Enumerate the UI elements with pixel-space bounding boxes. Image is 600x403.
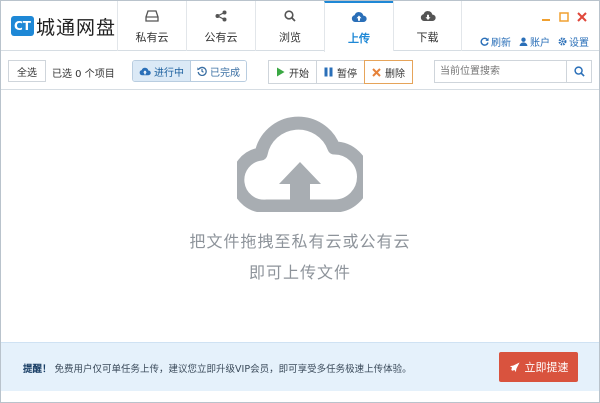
minimize-button[interactable] (540, 11, 551, 22)
toolbar: 全选 已选 0 个项目 进行中 已完成 开始 暂停 删除 (1, 52, 599, 90)
upgrade-banner: 提醒！ 免费用户仅可单任务上传，建议您立即升级VIP会员，即可享受多任务极速上传… (1, 342, 599, 391)
maximize-button[interactable] (558, 11, 569, 22)
banner-message: 提醒！ 免费用户仅可单任务上传，建议您立即升级VIP会员，即可享受多任务极速上传… (23, 361, 412, 375)
cloud-upload-icon (139, 67, 151, 75)
search-icon (573, 66, 585, 77)
app-logo: CT 城通网盘 (11, 13, 116, 39)
task-operations: 开始 暂停 删除 (268, 60, 413, 84)
cloud-download-icon (420, 8, 436, 24)
cloud-upload-icon (237, 116, 363, 212)
pause-button[interactable]: 暂停 (316, 61, 364, 83)
drive-icon (145, 8, 159, 24)
tab-download[interactable]: 下载 (393, 1, 462, 51)
tab-label: 浏览 (279, 30, 301, 44)
filter-completed[interactable]: 已完成 (190, 61, 246, 81)
top-links: 刷新 账户 设置 (480, 34, 589, 49)
gear-icon (558, 37, 567, 46)
cloud-upload-icon (351, 9, 367, 25)
tab-private-cloud[interactable]: 私有云 (117, 1, 186, 51)
tab-public-cloud[interactable]: 公有云 (186, 1, 255, 51)
play-icon (277, 67, 285, 77)
banner-text: 免费用户仅可单任务上传，建议您立即升级VIP会员，即可享受多任务极速上传体验。 (54, 364, 412, 375)
tab-label: 上传 (348, 32, 370, 45)
filter-in-progress[interactable]: 进行中 (133, 61, 190, 81)
banner-prefix: 提醒！ (23, 364, 52, 375)
empty-hint-line1: 把文件拖拽至私有云或公有云 (189, 232, 411, 251)
search-icon (284, 8, 296, 24)
account-link[interactable]: 账户 (519, 34, 550, 49)
select-all-button[interactable]: 全选 (8, 60, 46, 82)
tab-label: 公有云 (204, 30, 238, 44)
share-icon (215, 8, 227, 24)
pause-icon (324, 67, 333, 77)
refresh-icon (480, 37, 489, 46)
tab-browse[interactable]: 浏览 (255, 1, 324, 51)
history-icon (197, 66, 207, 76)
tab-upload[interactable]: 上传 (324, 1, 393, 52)
close-button[interactable] (576, 11, 587, 22)
rocket-icon (509, 361, 520, 372)
close-icon (372, 67, 381, 77)
search-input[interactable] (434, 60, 566, 83)
tab-label: 私有云 (135, 30, 169, 44)
settings-link[interactable]: 设置 (558, 34, 589, 49)
tab-label: 下载 (416, 30, 439, 44)
search-button[interactable] (566, 60, 592, 83)
start-button[interactable]: 开始 (269, 61, 316, 83)
logo-text: 城通网盘 (36, 16, 117, 39)
refresh-link[interactable]: 刷新 (480, 34, 511, 49)
title-bar: CT 城通网盘 私有云 公有云 浏览 上传 下载 刷新 账户 设置 (1, 1, 599, 52)
selected-count: 已选 0 个项目 (52, 69, 115, 80)
window-controls (540, 11, 587, 22)
delete-button[interactable]: 删除 (364, 60, 413, 84)
empty-hint-line2: 即可上传文件 (248, 263, 351, 282)
status-filter: 进行中 已完成 (132, 60, 247, 82)
speed-up-button[interactable]: 立即提速 (499, 352, 578, 382)
logo-badge: CT (11, 16, 34, 36)
nav-tabs: 私有云 公有云 浏览 上传 下载 (117, 1, 462, 52)
user-icon (519, 37, 528, 46)
app-window: CT 城通网盘 私有云 公有云 浏览 上传 下载 刷新 账户 设置 全选 已选 … (0, 0, 600, 403)
upload-list-area[interactable]: 把文件拖拽至私有云或公有云 即可上传文件 (1, 91, 599, 342)
